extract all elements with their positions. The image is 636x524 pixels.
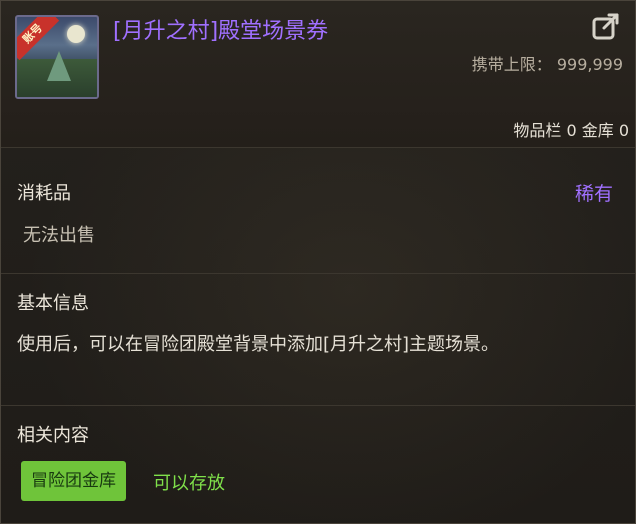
item-tooltip-panel: 账号 [月升之村]殿堂场景券 携带上限： 999,999 物品栏 0 金库 0 …: [0, 0, 636, 524]
item-description: 使用后，可以在冒险团殿堂背景中添加[月升之村]主题场景。: [17, 334, 500, 355]
item-type: 消耗品: [17, 183, 71, 204]
section-divider: [1, 405, 635, 406]
section-divider: [1, 273, 635, 274]
item-icon: 账号: [15, 15, 99, 99]
carry-limit: 携带上限： 999,999: [472, 51, 623, 75]
adventure-vault-tag[interactable]: 冒险团金库: [21, 461, 126, 501]
carry-limit-label: 携带上限：: [471, 55, 552, 74]
share-icon[interactable]: [591, 11, 621, 41]
related-heading: 相关内容: [17, 425, 89, 446]
carry-limit-value: 999,999: [556, 55, 623, 74]
item-rarity: 稀有: [574, 183, 613, 205]
item-header: 账号 [月升之村]殿堂场景券 携带上限： 999,999 物品栏 0 金库 0: [1, 1, 635, 148]
sell-status: 无法出售: [23, 225, 95, 246]
moon-icon: [67, 25, 85, 43]
item-title: [月升之村]殿堂场景券: [113, 19, 329, 44]
storable-note: 可以存放: [153, 473, 225, 494]
tree-icon: [47, 51, 71, 81]
storage-counts: 物品栏 0 金库 0: [513, 121, 629, 140]
basic-info-heading: 基本信息: [17, 293, 89, 314]
